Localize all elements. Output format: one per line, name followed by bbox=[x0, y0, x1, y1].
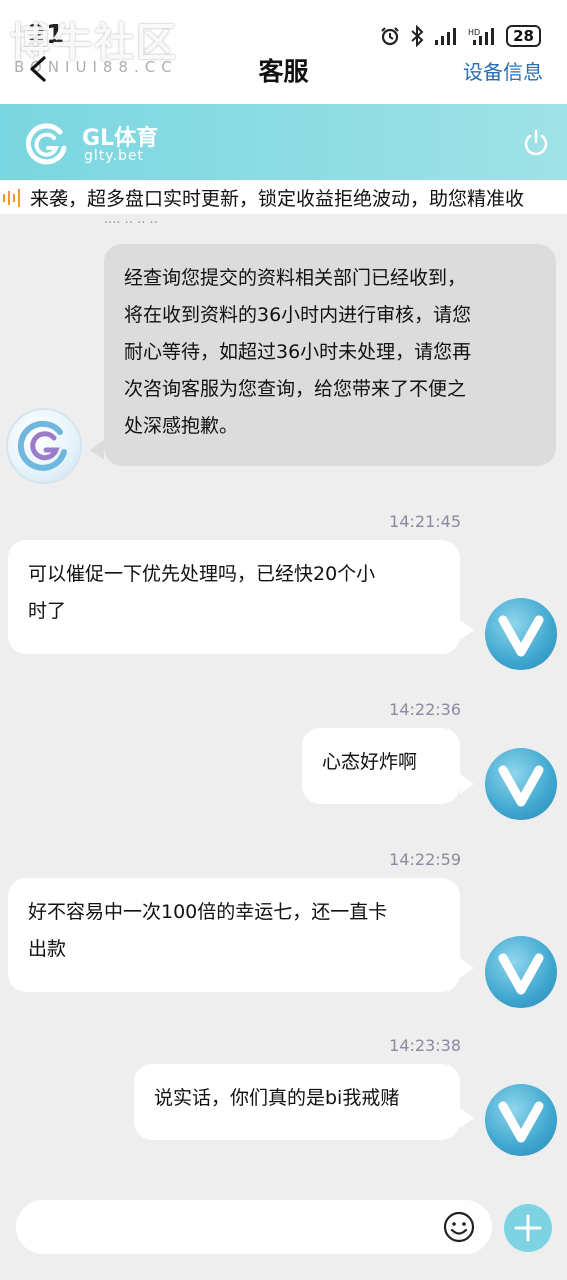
svg-text:HD: HD bbox=[468, 28, 480, 37]
user-avatar[interactable] bbox=[485, 748, 557, 820]
announcement-text: 来袭，超多盘口实时更新，锁定收益拒绝波动，助您精准收 bbox=[30, 188, 525, 210]
message-line: 处深感抱歉。 bbox=[124, 415, 239, 437]
message-timestamp: 14:22:59 bbox=[389, 850, 461, 869]
message-line: 次咨询客服为您查询，给您带来了不便之 bbox=[124, 378, 467, 400]
bubble-tail bbox=[460, 774, 474, 794]
plus-icon bbox=[514, 1214, 542, 1242]
agent-avatar[interactable] bbox=[8, 410, 80, 482]
brand-bar: GL体育 glty.bet bbox=[0, 104, 567, 180]
message-line: 时了 bbox=[28, 600, 67, 622]
message-timestamp: 14:22:36 bbox=[389, 700, 461, 719]
user-message: 好不容易中一次100倍的幸运七，还一直卡 出款 bbox=[8, 878, 460, 992]
user-message: 心态好炸啊 bbox=[302, 728, 460, 804]
message-input[interactable] bbox=[16, 1200, 492, 1254]
message-line: 出款 bbox=[28, 938, 67, 960]
bubble-tail bbox=[90, 440, 104, 460]
plus-button[interactable] bbox=[504, 1204, 552, 1252]
bubble-tail bbox=[460, 620, 474, 640]
top-bar: 21 博牛社区 BONIUI88.CC HD 28 客服 设备信息 bbox=[0, 0, 567, 104]
announcement-marquee[interactable]: 来袭，超多盘口实时更新，锁定收益拒绝波动，助您精准收 bbox=[0, 180, 567, 214]
input-bar bbox=[0, 1182, 567, 1280]
user-message: 可以催促一下优先处理吗，已经快20个小 时了 bbox=[8, 540, 460, 654]
battery-indicator: 28 bbox=[506, 25, 541, 47]
user-avatar[interactable] bbox=[485, 936, 557, 1008]
power-icon[interactable] bbox=[521, 128, 551, 158]
gl-logo-icon bbox=[17, 420, 67, 471]
alarm-icon bbox=[381, 27, 399, 46]
user-message: 说实话，你们真的是bi我戒赌 bbox=[134, 1064, 460, 1140]
v-logo-icon bbox=[498, 1101, 544, 1143]
gl-logo-icon bbox=[26, 123, 67, 165]
v-logo-icon bbox=[498, 953, 544, 995]
message-timestamp: 14:21:45 bbox=[389, 512, 461, 531]
message-line: 心态好炸啊 bbox=[322, 751, 418, 773]
message-line: 经查询您提交的资料相关部门已经收到， bbox=[124, 267, 467, 289]
user-avatar[interactable] bbox=[485, 598, 557, 670]
signal-icon-2: HD bbox=[468, 28, 495, 45]
user-avatar[interactable] bbox=[485, 1084, 557, 1156]
chat-area[interactable]: ···· ·· ·· ·· 经查询您提交的资料相关部门已经收到， 将在收到资料的… bbox=[0, 214, 567, 1182]
message-line: 可以催促一下优先处理吗，已经快20个小 bbox=[28, 563, 376, 585]
message-timestamp: 14:23:38 bbox=[389, 1036, 461, 1055]
message-line: 耐心等待，如超过36小时未处理，请您再 bbox=[124, 341, 472, 363]
message-line: 说实话，你们真的是bi我戒赌 bbox=[154, 1087, 400, 1109]
message-line: 将在收到资料的36小时内进行审核，请您 bbox=[124, 304, 472, 326]
speaker-icon bbox=[3, 189, 20, 207]
bluetooth-icon bbox=[411, 25, 424, 47]
bubble-tail bbox=[460, 1108, 474, 1128]
status-icons: HD 28 bbox=[380, 24, 541, 48]
emoji-icon[interactable] bbox=[442, 1210, 476, 1244]
agent-message: 经查询您提交的资料相关部门已经收到， 将在收到资料的36小时内进行审核，请您 耐… bbox=[104, 244, 556, 466]
message-line: 好不容易中一次100倍的幸运七，还一直卡 bbox=[28, 901, 388, 923]
bubble-tail bbox=[460, 958, 474, 978]
brand-domain: glty.bet bbox=[84, 148, 144, 164]
signal-icon bbox=[435, 28, 457, 45]
device-info-link[interactable]: 设备信息 bbox=[463, 56, 543, 85]
v-logo-icon bbox=[498, 765, 544, 807]
v-logo-icon bbox=[498, 615, 544, 657]
timestamp-cut: ···· ·· ·· ·· bbox=[104, 216, 158, 231]
